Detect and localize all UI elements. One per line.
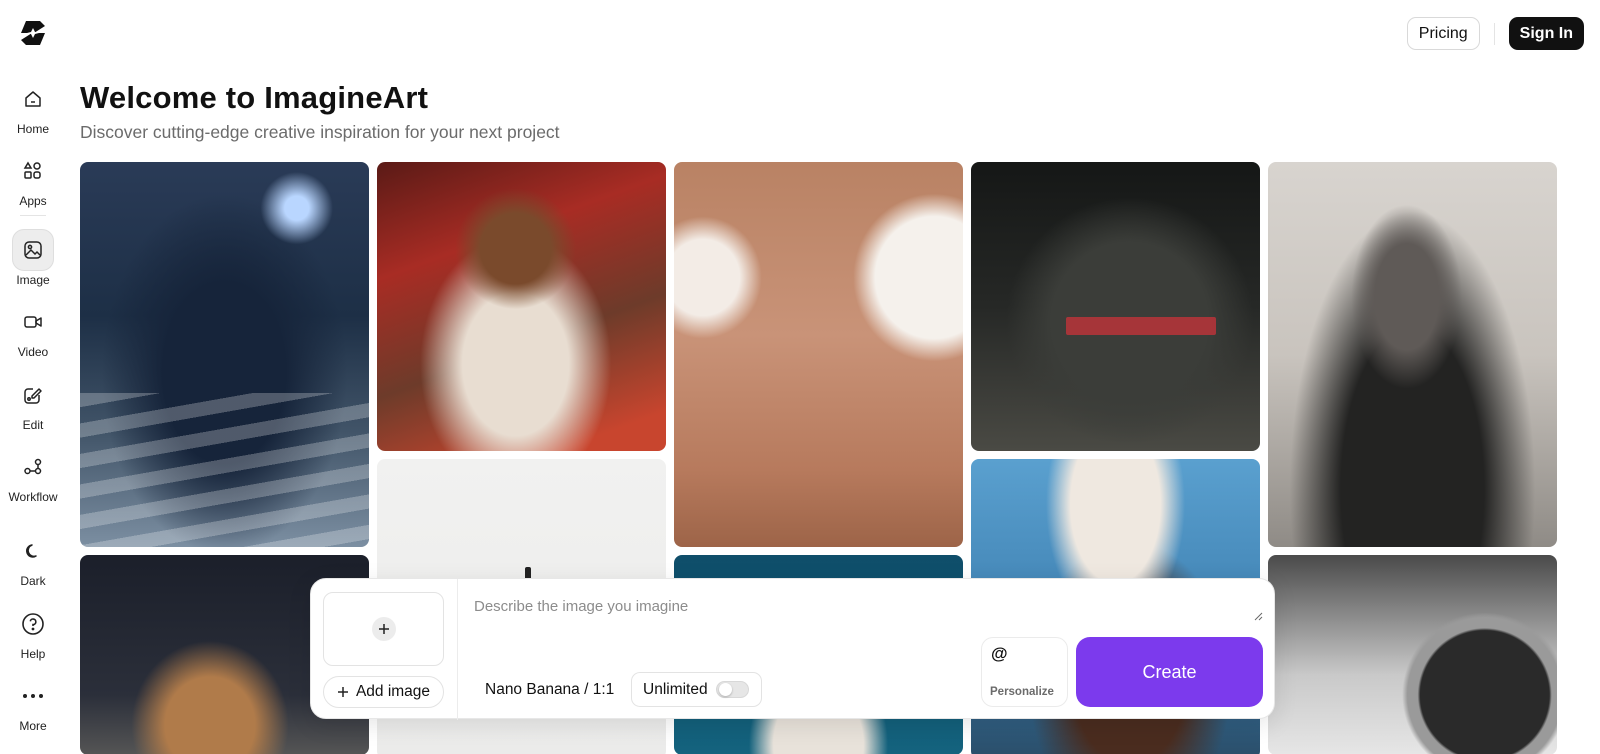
gallery-image[interactable] (1268, 162, 1557, 547)
at-icon: @ (991, 644, 1008, 663)
sidebar-item-more[interactable]: More (0, 675, 66, 733)
composer-divider (457, 579, 458, 720)
moon-icon (12, 530, 54, 572)
home-icon (12, 78, 54, 120)
prompt-composer: Add image Describe the image you imagine… (310, 578, 1275, 720)
gallery-image[interactable] (377, 162, 666, 451)
sidebar-label-dark: Dark (20, 574, 46, 588)
apps-icon (12, 150, 54, 192)
sidebar-label-video: Video (17, 345, 49, 359)
sidebar-label-workflow: Workflow (8, 490, 58, 504)
personalize-button[interactable]: @ Personalize (981, 637, 1068, 707)
sidebar-item-home[interactable]: Home (0, 78, 66, 136)
plus-icon (371, 617, 396, 641)
sidebar-item-apps[interactable]: Apps (0, 150, 66, 208)
sidebar-item-edit[interactable]: Edit (0, 374, 66, 432)
sidebar-item-workflow[interactable]: Workflow (0, 446, 66, 504)
sidebar-label-apps: Apps (19, 194, 47, 208)
sidebar-item-dark[interactable]: Dark (0, 530, 66, 588)
gallery-image[interactable] (674, 162, 963, 547)
sidebar-label-edit: Edit (22, 418, 44, 432)
plus-icon (337, 687, 348, 697)
prompt-input[interactable]: Describe the image you imagine (474, 598, 688, 615)
imagineart-logo[interactable] (18, 18, 48, 48)
gallery-image[interactable] (971, 162, 1260, 451)
image-upload-slot[interactable] (323, 592, 444, 666)
sidebar-label-image: Image (16, 273, 50, 287)
unlimited-toggle[interactable] (715, 681, 749, 698)
sign-in-button[interactable]: Sign In (1508, 17, 1584, 50)
sidebar-item-image[interactable]: Image (0, 229, 66, 287)
unlimited-toggle-group[interactable]: Unlimited (631, 672, 762, 707)
add-image-label: Add image (355, 683, 431, 700)
unlimited-label: Unlimited (643, 680, 708, 698)
image-icon (12, 229, 54, 271)
sidebar-item-help[interactable]: Help (0, 603, 66, 661)
page-title: Welcome to ImagineArt (80, 80, 429, 115)
gallery-image[interactable] (1268, 555, 1557, 754)
more-icon (12, 675, 54, 717)
help-icon (12, 603, 54, 645)
sidebar-item-video[interactable]: Video (0, 301, 66, 359)
model-selector[interactable]: Nano Banana / 1:1 (485, 681, 614, 699)
pricing-button[interactable]: Pricing (1406, 17, 1480, 50)
sidebar-label-help: Help (20, 647, 46, 661)
workflow-icon (12, 446, 54, 488)
create-button[interactable]: Create (1076, 637, 1263, 707)
edit-icon (12, 374, 54, 416)
add-image-button[interactable]: Add image (323, 676, 444, 708)
header-divider (1493, 22, 1495, 45)
gallery-image[interactable] (80, 162, 369, 547)
sidebar-label-more: More (19, 719, 47, 733)
sidebar-divider (20, 215, 46, 216)
resize-grip-icon[interactable] (1253, 611, 1263, 621)
sidebar-label-home: Home (16, 122, 49, 136)
personalize-label: Personalize (990, 686, 1054, 698)
video-icon (12, 301, 54, 343)
page-subtitle: Discover cutting-edge creative inspirati… (80, 122, 560, 142)
